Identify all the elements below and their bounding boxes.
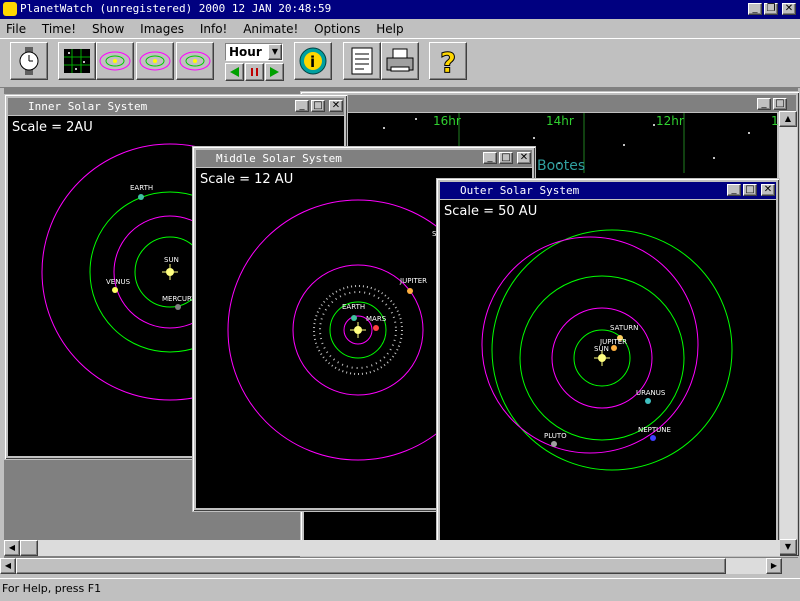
restore-button[interactable]: ❐ xyxy=(764,3,778,15)
chevron-down-icon[interactable]: ▼ xyxy=(268,44,282,60)
label-mars: MARS xyxy=(366,315,387,323)
prev-icon xyxy=(230,67,239,77)
inner-maximize-button[interactable]: □ xyxy=(311,100,325,112)
outer-solar-window[interactable]: Outer Solar System _ □ ✕ SATURN JUPITER … xyxy=(436,178,780,544)
label-jupiter: JUPITER xyxy=(399,277,427,285)
printer-icon xyxy=(386,48,414,72)
app-title: PlanetWatch (unregistered) 2000 12 JAN 2… xyxy=(20,2,332,15)
label-earth: EARTH xyxy=(130,184,153,192)
app-icon[interactable] xyxy=(3,2,17,16)
close-button[interactable]: ✕ xyxy=(782,3,796,15)
middle-titlebar[interactable]: Middle Solar System xyxy=(196,150,532,167)
next-button[interactable] xyxy=(265,63,284,81)
scroll-left-arrow[interactable]: ◀ xyxy=(4,540,20,556)
menu-bar: File Time! Show Images Info! Animate! Op… xyxy=(6,22,416,38)
time-step-select[interactable]: Hour ▼ xyxy=(225,43,283,61)
watch-icon xyxy=(19,47,39,75)
inner-titlebar[interactable]: Inner Solar System xyxy=(8,98,344,115)
help-icon: ? xyxy=(440,46,457,80)
menu-images[interactable]: Images xyxy=(140,22,184,36)
middle-scale-label: Scale = 12 AU xyxy=(200,172,294,187)
pause-icon xyxy=(251,68,258,76)
sky-minimize-button[interactable]: _ xyxy=(757,98,771,110)
outer-close-button[interactable]: ✕ xyxy=(761,184,775,196)
menu-file[interactable]: File xyxy=(6,22,26,36)
menu-show[interactable]: Show xyxy=(92,22,124,36)
outer-minimize-button[interactable]: _ xyxy=(727,184,741,196)
outer-window-title: Outer Solar System xyxy=(460,184,580,197)
outer-scale-label: Scale = 50 AU xyxy=(444,204,538,219)
middle-maximize-button[interactable]: □ xyxy=(499,152,513,164)
watch-button[interactable] xyxy=(10,42,48,80)
inner-system-button[interactable] xyxy=(96,42,134,80)
inner-window-title: Inner Solar System xyxy=(28,100,148,113)
menu-animate[interactable]: Animate! xyxy=(243,22,298,36)
sky-vertical-scrollbar[interactable]: ▲ ▼ xyxy=(779,111,797,555)
sky-maximize-button[interactable]: □ xyxy=(773,98,787,110)
orbit-middle-icon xyxy=(139,51,171,71)
outer-orbit-view[interactable]: SATURN JUPITER SUN URANUS NEPTUNE PLUTO … xyxy=(440,200,776,540)
grid-icon xyxy=(64,49,90,73)
notepad-button[interactable] xyxy=(343,42,381,80)
notepad-icon xyxy=(351,47,373,75)
label-uranus: URANUS xyxy=(636,389,666,397)
time-step-value: Hour xyxy=(229,45,262,59)
mdi-horizontal-scrollbar[interactable]: ◀ xyxy=(4,540,780,556)
middle-window-title: Middle Solar System xyxy=(216,152,342,165)
inner-scale-label: Scale = 2AU xyxy=(12,120,93,135)
main-horizontal-scrollbar[interactable]: ◀ ▶ xyxy=(0,558,782,574)
label-venus: VENUS xyxy=(106,278,131,286)
scroll-down-arrow[interactable]: ▼ xyxy=(779,539,797,555)
orbit-inner-icon xyxy=(99,51,131,71)
menu-help[interactable]: Help xyxy=(376,22,403,36)
label-sun-outer: SUN xyxy=(594,345,609,353)
main-scroll-right-arrow[interactable]: ▶ xyxy=(766,558,782,574)
svg-text:i: i xyxy=(310,53,315,71)
sky-map-titlebar[interactable] xyxy=(304,95,796,112)
main-scroll-thumb[interactable] xyxy=(16,558,726,574)
menu-info[interactable]: Info! xyxy=(200,22,228,36)
minimize-button[interactable]: _ xyxy=(748,3,762,15)
scroll-thumb[interactable] xyxy=(20,540,38,556)
sky-hour-label-16: 16hr xyxy=(433,114,461,128)
middle-minimize-button[interactable]: _ xyxy=(483,152,497,164)
constellation-label: Bootes xyxy=(537,158,586,174)
outer-system-button[interactable] xyxy=(176,42,214,80)
grid-button[interactable] xyxy=(58,42,96,80)
label-pluto: PLUTO xyxy=(544,432,567,440)
help-button[interactable]: ? xyxy=(429,42,467,80)
svg-text:?: ? xyxy=(440,46,456,79)
next-icon xyxy=(270,67,279,77)
info-button[interactable]: i xyxy=(294,42,332,80)
outer-titlebar[interactable]: Outer Solar System xyxy=(440,182,776,199)
label-sun: SUN xyxy=(164,256,179,264)
middle-system-button[interactable] xyxy=(136,42,174,80)
label-neptune: NEPTUNE xyxy=(638,426,671,434)
label-saturn: SATURN xyxy=(610,324,638,332)
outer-orbit-canvas: SATURN JUPITER SUN URANUS NEPTUNE PLUTO xyxy=(481,229,733,471)
menu-time[interactable]: Time! xyxy=(42,22,76,36)
sky-hour-label-14: 14hr xyxy=(546,114,574,128)
pause-button[interactable] xyxy=(245,63,264,81)
scroll-up-arrow[interactable]: ▲ xyxy=(779,111,797,127)
inner-minimize-button[interactable]: _ xyxy=(295,100,309,112)
middle-close-button[interactable]: ✕ xyxy=(517,152,531,164)
print-button[interactable] xyxy=(381,42,419,80)
status-bar: For Help, press F1 xyxy=(0,578,800,601)
prev-button[interactable] xyxy=(225,63,244,81)
app-titlebar[interactable]: PlanetWatch (unregistered) 2000 12 JAN 2… xyxy=(0,0,800,19)
sky-hour-label-12: 12hr xyxy=(656,114,684,128)
outer-maximize-button[interactable]: □ xyxy=(743,184,757,196)
inner-close-button[interactable]: ✕ xyxy=(329,100,343,112)
status-text: For Help, press F1 xyxy=(2,582,102,595)
info-icon: i xyxy=(299,47,327,75)
orbit-outer-icon xyxy=(179,51,211,71)
label-earth-middle: EARTH xyxy=(342,303,365,311)
main-scroll-left-arrow[interactable]: ◀ xyxy=(0,558,16,574)
menu-options[interactable]: Options xyxy=(314,22,360,36)
